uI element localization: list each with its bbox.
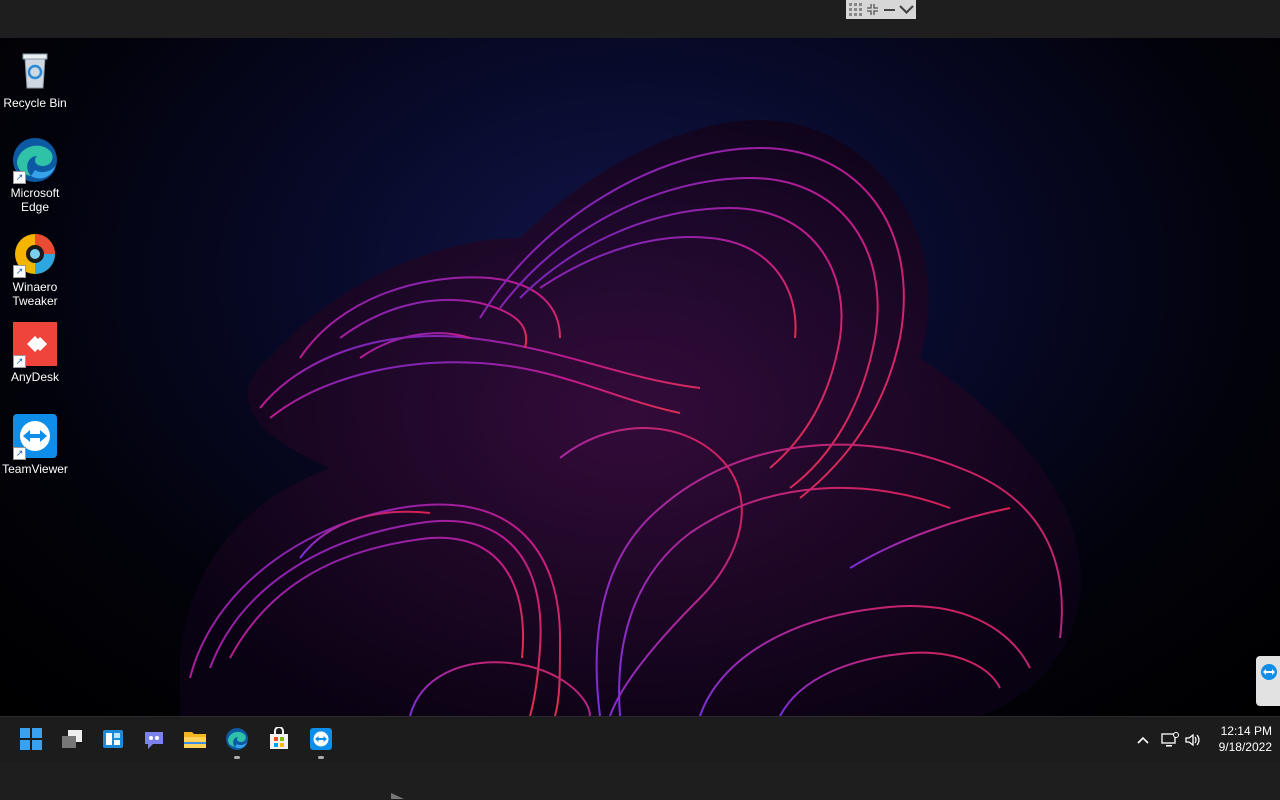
desktop[interactable]: Recycle Bin ↗ Microsoft Edge ↗ Winaero T… [0, 38, 1280, 716]
desktop-icon-teamviewer[interactable]: ↗ TeamViewer [0, 412, 70, 476]
start-icon [20, 728, 42, 750]
shortcut-arrow-icon: ↗ [13, 265, 26, 278]
widgets-button[interactable] [98, 724, 128, 754]
task-view-button[interactable] [57, 724, 87, 754]
teamviewer-icon [310, 728, 332, 750]
start-button[interactable] [16, 724, 46, 754]
taskbar-teamviewer-button[interactable] [306, 724, 336, 759]
chevron-up-icon [1137, 736, 1149, 744]
teamviewer-side-tab[interactable] [1256, 656, 1280, 706]
desktop-icon-anydesk[interactable]: ↗ AnyDesk [0, 320, 70, 384]
chat-button[interactable] [139, 724, 169, 754]
desktop-icon-label: Winaero Tweaker [12, 280, 58, 308]
teamviewer-icon [1261, 664, 1277, 680]
minimize-icon[interactable] [882, 2, 897, 17]
desktop-icon-label: AnyDesk [10, 370, 60, 384]
running-indicator [318, 756, 324, 759]
shortcut-arrow-icon: ↗ [13, 355, 26, 368]
file-explorer-button[interactable] [180, 724, 210, 754]
remote-session-bottom-bar [0, 762, 1280, 800]
winaero-tweaker-icon: ↗ [11, 230, 59, 278]
desktop-icon-label: Recycle Bin [3, 96, 67, 110]
task-view-icon [62, 730, 82, 748]
taskbar: 12:14 PM 9/18/2022 [0, 716, 1280, 762]
desktop-icon-microsoft-edge[interactable]: ↗ Microsoft Edge [0, 136, 70, 214]
clock-date: 9/18/2022 [1218, 740, 1272, 754]
network-button[interactable] [1161, 717, 1179, 763]
wallpaper-bloom [180, 120, 1081, 716]
teamviewer-icon: ↗ [11, 412, 59, 460]
mouse-cursor-icon [391, 793, 404, 799]
remote-session-top-bar [0, 0, 1280, 38]
teams-chat-icon [145, 732, 163, 749]
desktop-icon-label: TeamViewer [2, 462, 68, 476]
shortcut-arrow-icon: ↗ [13, 447, 26, 460]
desktop-icon-label: Microsoft Edge [10, 186, 60, 214]
grid-icon[interactable] [848, 2, 863, 17]
clock-time: 12:14 PM [1220, 724, 1272, 738]
desktop-icon-winaero-tweaker[interactable]: ↗ Winaero Tweaker [0, 230, 70, 308]
remote-toolbar [846, 0, 916, 19]
chevron-down-icon[interactable] [899, 2, 914, 17]
network-icon [1161, 732, 1179, 747]
anydesk-icon: ↗ [11, 320, 59, 368]
edge-icon [226, 728, 248, 750]
taskbar-edge-button[interactable] [222, 724, 252, 759]
taskbar-clock[interactable]: 12:14 PM 9/18/2022 [1200, 723, 1272, 755]
shortcut-arrow-icon: ↗ [13, 171, 26, 184]
recycle-bin-icon [11, 46, 59, 94]
microsoft-store-button[interactable] [264, 724, 294, 754]
running-indicator [234, 756, 240, 759]
desktop-icon-recycle-bin[interactable]: Recycle Bin [0, 46, 70, 110]
edge-icon: ↗ [11, 136, 59, 184]
file-explorer-icon [184, 732, 206, 748]
widgets-icon [103, 730, 123, 748]
exit-fullscreen-icon[interactable] [865, 2, 880, 17]
show-hidden-icons-button[interactable] [1136, 717, 1150, 763]
microsoft-store-icon [270, 727, 288, 749]
